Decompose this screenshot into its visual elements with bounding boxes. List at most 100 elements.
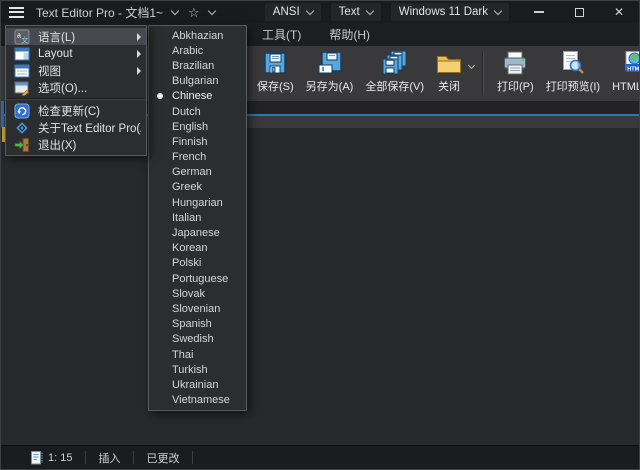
language-menu-item[interactable]: Slovenian — [149, 301, 246, 316]
gutter-selection-mark — [1, 101, 4, 127]
language-label: Turkish — [172, 364, 208, 376]
language-label: Bulgarian — [172, 75, 218, 87]
file-type-value: Text — [339, 6, 360, 18]
print-button[interactable]: 打印(P) — [491, 46, 540, 94]
maximize-icon — [575, 8, 584, 17]
language-label: Spanish — [172, 318, 212, 330]
encoding-dropdown[interactable]: ANSI — [265, 3, 321, 21]
tab-tools[interactable]: 工具(T) — [248, 23, 315, 46]
menu-item-options[interactable]: 选项(O)... — [6, 79, 146, 96]
save-button[interactable]: 保存(S) — [251, 46, 300, 94]
print-preview-icon — [560, 50, 586, 76]
language-menu-item[interactable]: Ukrainian — [149, 377, 246, 392]
close-document-button[interactable]: 关闭 — [430, 46, 468, 94]
app-window: Text Editor Pro - 文档1~ ☆ ANSI Text Windo… — [0, 0, 640, 470]
caret-position: 1: 15 — [48, 452, 72, 464]
language-menu-item[interactable]: Hungarian — [149, 195, 246, 210]
menu-separator — [7, 98, 145, 100]
language-menu-item[interactable]: Vietnamese — [149, 393, 246, 408]
menu-item-check-updates[interactable]: 检查更新(C) — [6, 102, 146, 119]
print-label: 打印(P) — [497, 78, 534, 94]
language-menu-item[interactable]: Thai — [149, 347, 246, 362]
language-menu-item[interactable]: Korean — [149, 241, 246, 256]
svg-text:HTML: HTML — [627, 66, 640, 72]
language-menu-item[interactable]: Turkish — [149, 362, 246, 377]
language-label: Thai — [172, 349, 193, 361]
layout-icon — [14, 46, 31, 62]
menu-item-about[interactable]: 关于Text Editor Pro(A) — [6, 119, 146, 136]
language-label: Greek — [172, 181, 202, 193]
language-label: Arabic — [172, 45, 203, 57]
language-label: Hungarian — [172, 197, 223, 209]
html-export-label: HTML 导 — [612, 78, 640, 94]
language-label: Ukrainian — [172, 379, 218, 391]
editor-area[interactable] — [1, 128, 639, 447]
html-export-button[interactable]: HTML HTML 导 — [606, 46, 640, 94]
language-label: Dutch — [172, 106, 201, 118]
titlebar-right-controls: ANSI Text Windows 11 Dark ✕ — [265, 1, 639, 23]
language-menu-item[interactable]: Arabic — [149, 43, 246, 58]
language-menu-item[interactable]: Italian — [149, 210, 246, 225]
menu-item-label: 语言(L) — [38, 29, 75, 45]
language-menu-item[interactable]: Dutch — [149, 104, 246, 119]
language-menu-item[interactable]: English — [149, 119, 246, 134]
language-label: French — [172, 151, 206, 163]
print-preview-label: 打印预览(I) — [546, 78, 600, 94]
html-export-icon: HTML — [621, 50, 640, 76]
language-menu-item[interactable]: Slovak — [149, 286, 246, 301]
window-title: Text Editor Pro - 文档1~ — [36, 4, 163, 21]
language-label: Chinese — [172, 90, 212, 102]
language-menu-item[interactable]: Finnish — [149, 134, 246, 149]
svg-text:文: 文 — [21, 35, 28, 44]
menu-item-layout[interactable]: Layout — [6, 45, 146, 62]
view-icon — [14, 63, 31, 79]
language-menu-item[interactable]: Japanese — [149, 225, 246, 240]
menu-item-view[interactable]: 视图 — [6, 62, 146, 79]
favorites-chevron-down-icon[interactable] — [207, 6, 215, 14]
theme-value: Windows 11 Dark — [399, 6, 488, 18]
language-menu-item[interactable]: Abkhazian — [149, 28, 246, 43]
maximize-button[interactable] — [559, 1, 599, 23]
options-icon — [14, 80, 31, 96]
language-menu-item[interactable]: Swedish — [149, 332, 246, 347]
language-label: Finnish — [172, 136, 207, 148]
menu-item-label: 退出(X) — [38, 137, 76, 153]
minimize-button[interactable] — [519, 1, 559, 23]
close-button[interactable]: ✕ — [599, 1, 639, 23]
theme-dropdown[interactable]: Windows 11 Dark — [391, 3, 509, 21]
print-preview-button[interactable]: 打印预览(I) — [540, 46, 606, 94]
language-menu-item[interactable]: Spanish — [149, 317, 246, 332]
menu-item-label: 检查更新(C) — [38, 103, 100, 119]
document-chevron-down-icon[interactable] — [171, 6, 179, 14]
language-label: Japanese — [172, 227, 220, 239]
language-menu-item[interactable]: Polski — [149, 256, 246, 271]
language-menu-item[interactable]: German — [149, 165, 246, 180]
language-menu-item[interactable]: French — [149, 150, 246, 165]
language-menu-item[interactable]: Greek — [149, 180, 246, 195]
insert-mode-indicator[interactable]: 插入 — [98, 450, 120, 466]
menu-item-language[interactable]: a文 语言(L) — [6, 28, 146, 45]
file-type-dropdown[interactable]: Text — [331, 3, 381, 21]
language-menu-item[interactable]: Portuguese — [149, 271, 246, 286]
language-icon: a文 — [14, 29, 31, 45]
menu-item-label: 选项(O)... — [38, 80, 87, 96]
menu-item-exit[interactable]: 退出(X) — [6, 136, 146, 153]
language-menu-item[interactable]: Chinese — [149, 89, 246, 104]
language-label: Portuguese — [172, 273, 228, 285]
language-label: Slovenian — [172, 303, 220, 315]
language-label: Slovak — [172, 288, 205, 300]
save-all-icon — [382, 50, 408, 76]
save-all-label: 全部保存(V) — [365, 78, 424, 94]
hamburger-menu-icon[interactable] — [1, 1, 31, 23]
language-label: Polski — [172, 257, 201, 269]
language-menu-item[interactable]: Brazilian — [149, 58, 246, 73]
toolbar-separator — [482, 51, 484, 95]
close-dropdown-chevron-icon[interactable] — [468, 62, 475, 69]
favorite-star-icon[interactable]: ☆ — [188, 6, 200, 19]
tab-help[interactable]: 帮助(H) — [315, 23, 384, 46]
save-all-button[interactable]: 全部保存(V) — [359, 46, 430, 94]
language-submenu-popup: Abkhazian Arabic Brazilian Bulgarian Chi… — [148, 25, 247, 411]
language-menu-item[interactable]: Bulgarian — [149, 74, 246, 89]
language-label: Brazilian — [172, 60, 214, 72]
save-as-button[interactable]: 另存为(A) — [300, 46, 360, 94]
